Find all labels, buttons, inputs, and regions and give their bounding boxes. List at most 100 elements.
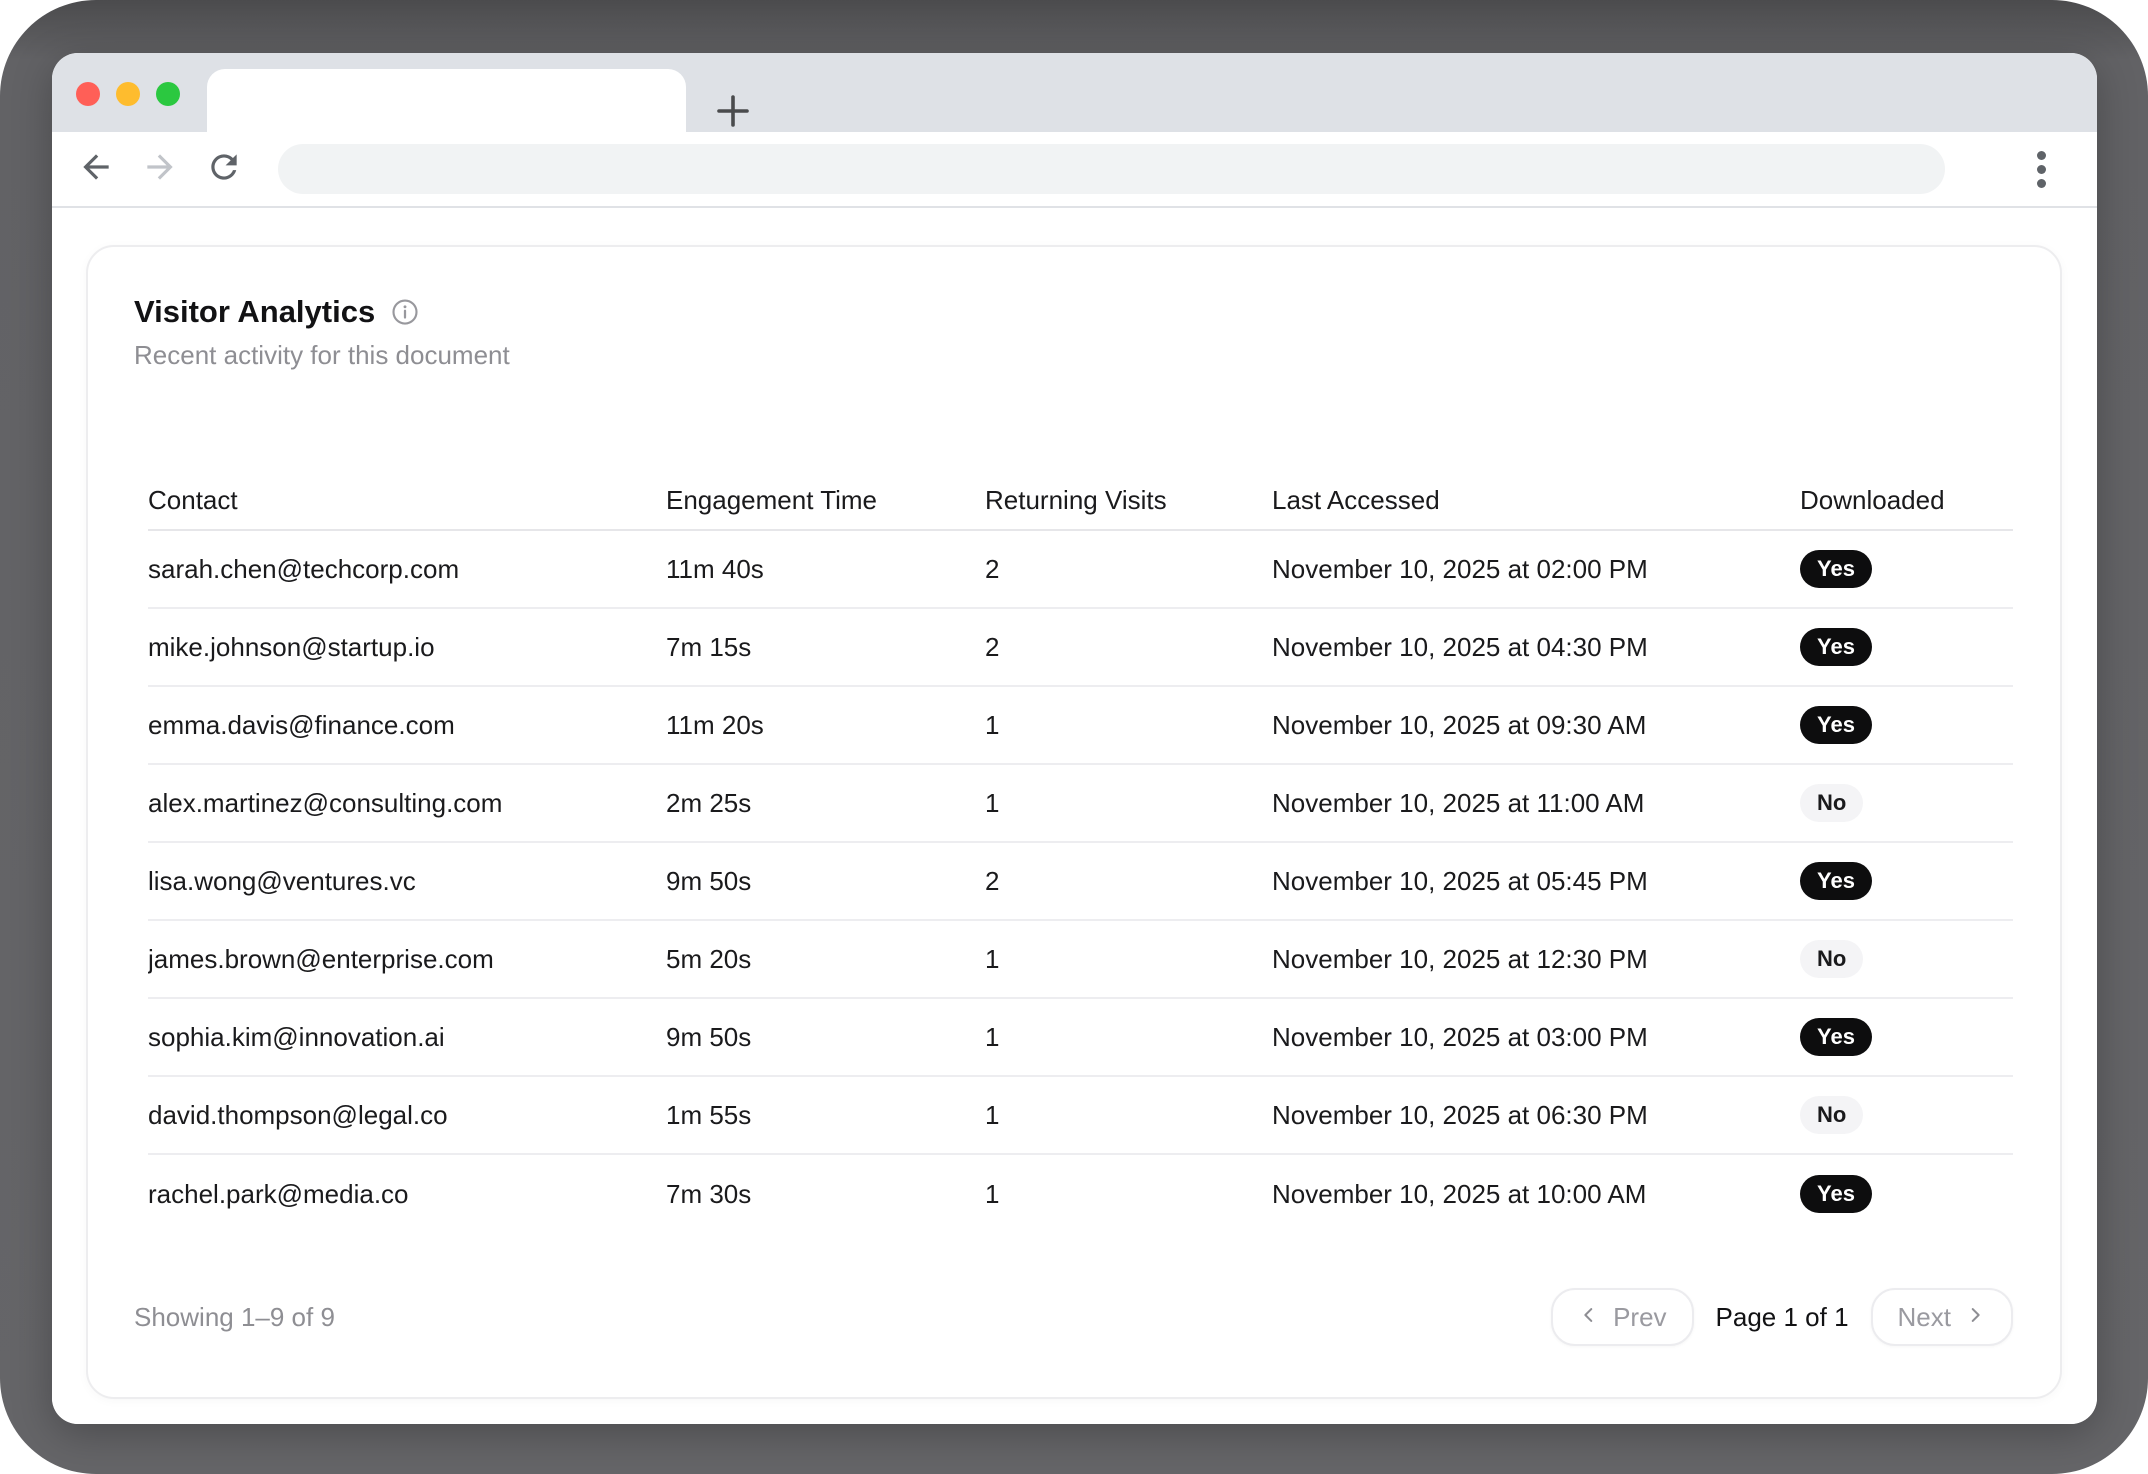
arrow-left-icon: [77, 148, 115, 191]
cell-returning: 2: [985, 554, 1272, 585]
cell-engagement: 7m 15s: [666, 632, 985, 663]
downloaded-badge: No: [1800, 784, 1863, 822]
cell-returning: 1: [985, 710, 1272, 741]
table-body: sarah.chen@techcorp.com 11m 40s 2 Novemb…: [148, 531, 2013, 1233]
cell-accessed: November 10, 2025 at 11:00 AM: [1272, 788, 1800, 819]
table-row[interactable]: david.thompson@legal.co 1m 55s 1 Novembe…: [148, 1077, 2013, 1155]
table-row[interactable]: james.brown@enterprise.com 5m 20s 1 Nove…: [148, 921, 2013, 999]
downloaded-badge: Yes: [1800, 1175, 1872, 1213]
cell-contact: sarah.chen@techcorp.com: [148, 554, 666, 585]
reload-icon: [205, 148, 243, 191]
back-button[interactable]: [76, 149, 116, 189]
downloaded-cell: No: [1800, 940, 2013, 978]
chevron-left-icon: [1578, 1302, 1600, 1333]
downloaded-cell: No: [1800, 1096, 2013, 1134]
cell-accessed: November 10, 2025 at 06:30 PM: [1272, 1100, 1800, 1131]
downloaded-badge: Yes: [1800, 550, 1872, 588]
downloaded-cell: Yes: [1800, 550, 2013, 588]
cell-returning: 1: [985, 944, 1272, 975]
cell-engagement: 1m 55s: [666, 1100, 985, 1131]
cell-contact: james.brown@enterprise.com: [148, 944, 666, 975]
browser-tab[interactable]: [207, 69, 686, 133]
new-tab-button[interactable]: [711, 91, 755, 135]
tab-strip: [52, 53, 2097, 132]
downloaded-badge: Yes: [1800, 706, 1872, 744]
chevron-right-icon: [1964, 1302, 1986, 1333]
cell-returning: 2: [985, 866, 1272, 897]
cell-accessed: November 10, 2025 at 02:00 PM: [1272, 554, 1800, 585]
column-header-returning: Returning Visits: [985, 485, 1272, 516]
table-row[interactable]: emma.davis@finance.com 11m 20s 1 Novembe…: [148, 687, 2013, 765]
url-input[interactable]: [278, 144, 1945, 194]
cell-engagement: 11m 40s: [666, 554, 985, 585]
browser-window: Visitor Analytics Recent activity for th…: [52, 53, 2097, 1424]
downloaded-cell: Yes: [1800, 628, 2013, 666]
card-footer: Showing 1–9 of 9 Prev Page 1 of 1 Next: [134, 1288, 2013, 1346]
reload-button[interactable]: [204, 149, 244, 189]
column-header-contact: Contact: [148, 485, 666, 516]
table-row[interactable]: rachel.park@media.co 7m 30s 1 November 1…: [148, 1155, 2013, 1233]
table-header-row: Contact Engagement Time Returning Visits…: [148, 471, 2013, 531]
downloaded-cell: Yes: [1800, 1175, 2013, 1213]
arrow-right-icon: [141, 148, 179, 191]
cell-returning: 1: [985, 788, 1272, 819]
zoom-window-button[interactable]: [156, 82, 180, 106]
table-row[interactable]: sarah.chen@techcorp.com 11m 40s 2 Novemb…: [148, 531, 2013, 609]
cell-engagement: 9m 50s: [666, 866, 985, 897]
downloaded-cell: No: [1800, 784, 2013, 822]
column-header-engagement: Engagement Time: [666, 485, 985, 516]
page-indicator: Page 1 of 1: [1716, 1302, 1849, 1333]
column-header-downloaded: Downloaded: [1800, 485, 2013, 516]
cell-returning: 1: [985, 1100, 1272, 1131]
cell-contact: sophia.kim@innovation.ai: [148, 1022, 666, 1053]
forward-button[interactable]: [140, 149, 180, 189]
minimize-window-button[interactable]: [116, 82, 140, 106]
next-page-button[interactable]: Next: [1871, 1288, 2013, 1346]
cell-contact: david.thompson@legal.co: [148, 1100, 666, 1131]
prev-label: Prev: [1613, 1302, 1666, 1333]
cell-engagement: 2m 25s: [666, 788, 985, 819]
cell-accessed: November 10, 2025 at 10:00 AM: [1272, 1179, 1800, 1210]
page-title: Visitor Analytics: [134, 293, 375, 331]
cell-accessed: November 10, 2025 at 09:30 AM: [1272, 710, 1800, 741]
table-row[interactable]: lisa.wong@ventures.vc 9m 50s 2 November …: [148, 843, 2013, 921]
info-icon[interactable]: [390, 297, 420, 327]
plus-icon: [716, 94, 750, 133]
cell-engagement: 7m 30s: [666, 1179, 985, 1210]
prev-page-button[interactable]: Prev: [1551, 1288, 1693, 1346]
cell-contact: mike.johnson@startup.io: [148, 632, 666, 663]
column-header-accessed: Last Accessed: [1272, 485, 1800, 516]
downloaded-cell: Yes: [1800, 706, 2013, 744]
downloaded-cell: Yes: [1800, 862, 2013, 900]
window-controls: [76, 82, 180, 106]
cell-engagement: 11m 20s: [666, 710, 985, 741]
table-row[interactable]: sophia.kim@innovation.ai 9m 50s 1 Novemb…: [148, 999, 2013, 1077]
browser-menu-button[interactable]: [2021, 149, 2061, 189]
downloaded-badge: No: [1800, 940, 1863, 978]
downloaded-badge: No: [1800, 1096, 1863, 1134]
browser-toolbar: [52, 132, 2097, 208]
downloaded-badge: Yes: [1800, 862, 1872, 900]
cell-accessed: November 10, 2025 at 12:30 PM: [1272, 944, 1800, 975]
cell-engagement: 5m 20s: [666, 944, 985, 975]
table-row[interactable]: alex.martinez@consulting.com 2m 25s 1 No…: [148, 765, 2013, 843]
cell-accessed: November 10, 2025 at 03:00 PM: [1272, 1022, 1800, 1053]
table-row[interactable]: mike.johnson@startup.io 7m 15s 2 Novembe…: [148, 609, 2013, 687]
downloaded-badge: Yes: [1800, 1018, 1872, 1056]
cell-accessed: November 10, 2025 at 05:45 PM: [1272, 866, 1800, 897]
page-subtitle: Recent activity for this document: [134, 339, 2014, 371]
card-header: Visitor Analytics Recent activity for th…: [88, 247, 2060, 371]
pagination: Prev Page 1 of 1 Next: [1551, 1288, 2013, 1346]
cell-contact: rachel.park@media.co: [148, 1179, 666, 1210]
downloaded-badge: Yes: [1800, 628, 1872, 666]
cell-returning: 1: [985, 1179, 1272, 1210]
cell-contact: emma.davis@finance.com: [148, 710, 666, 741]
cell-returning: 2: [985, 632, 1272, 663]
cell-contact: alex.martinez@consulting.com: [148, 788, 666, 819]
next-label: Next: [1898, 1302, 1951, 1333]
device-frame: Visitor Analytics Recent activity for th…: [0, 0, 2148, 1474]
cell-contact: lisa.wong@ventures.vc: [148, 866, 666, 897]
close-window-button[interactable]: [76, 82, 100, 106]
showing-count: Showing 1–9 of 9: [134, 1302, 335, 1333]
visitor-table: Contact Engagement Time Returning Visits…: [148, 471, 2013, 1233]
